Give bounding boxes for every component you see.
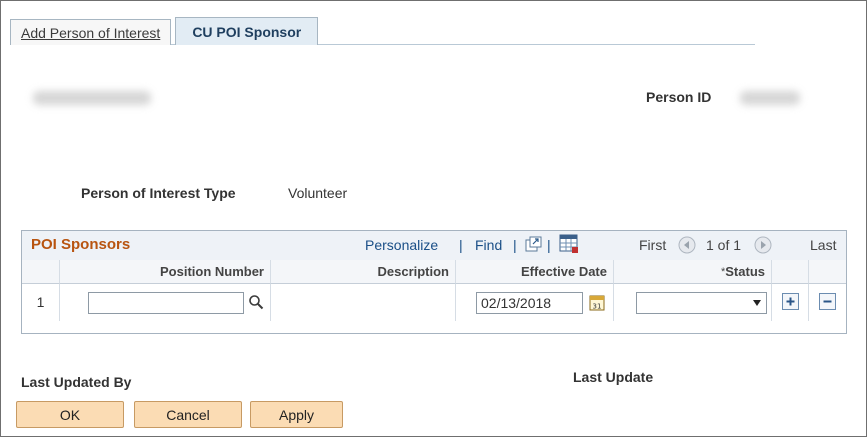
minus-icon: [823, 300, 832, 303]
poi-type-label: Person of Interest Type: [81, 185, 236, 201]
next-icon[interactable]: [754, 236, 772, 257]
delete-row-button[interactable]: [819, 293, 836, 310]
cancel-button[interactable]: Cancel: [134, 401, 242, 428]
effective-date-input[interactable]: [476, 292, 583, 314]
delete-row-header: [809, 260, 846, 284]
previous-icon[interactable]: [678, 236, 696, 257]
description-header: Description: [271, 260, 456, 284]
find-link[interactable]: Find: [475, 237, 502, 253]
page-frame: Add Person of Interest CU POI Sponsor Pe…: [0, 0, 867, 437]
grid-header: POI Sponsors Personalize | Find | | Firs…: [22, 231, 846, 261]
position-number-cell: [60, 284, 271, 321]
search-icon[interactable]: [248, 294, 264, 313]
grid-title: POI Sponsors: [31, 236, 131, 253]
effective-date-cell: 31: [456, 284, 614, 321]
status-header-label: Status: [725, 264, 765, 279]
first-label: First: [639, 237, 667, 253]
last-update-label: Last Update: [573, 369, 654, 385]
redacted-person-name: [33, 91, 151, 105]
add-row-header: [772, 260, 809, 284]
chevron-down-icon: [753, 300, 761, 306]
position-number-header: Position Number: [60, 260, 271, 284]
status-header: *Status: [614, 260, 772, 284]
download-grid-icon[interactable]: [559, 234, 579, 257]
nav-separator: |: [547, 237, 551, 253]
row-number-header: [22, 260, 60, 284]
position-number-input[interactable]: [88, 292, 244, 314]
plus-icon: [786, 297, 795, 306]
last-updated-by-label: Last Updated By: [21, 374, 132, 390]
add-row-cell: [772, 284, 809, 321]
effective-date-header: Effective Date: [456, 260, 614, 284]
svg-text:31: 31: [593, 303, 602, 311]
row-number: 1: [22, 284, 60, 321]
nav-separator: |: [513, 237, 517, 253]
tab-add-person-of-interest[interactable]: Add Person of Interest: [10, 19, 172, 45]
status-cell: [614, 284, 772, 321]
delete-row-cell: [809, 284, 846, 321]
calendar-icon[interactable]: 31: [589, 294, 605, 314]
new-window-icon[interactable]: [525, 236, 542, 255]
status-select[interactable]: [636, 292, 767, 314]
last-label: Last: [810, 237, 837, 253]
add-row-button[interactable]: [782, 293, 799, 310]
nav-separator: |: [459, 237, 463, 253]
page-info: 1 of 1: [706, 237, 742, 253]
personalize-link[interactable]: Personalize: [365, 237, 438, 253]
poi-sponsors-grid: POI Sponsors Personalize | Find | | Firs…: [21, 230, 847, 334]
tab-bar: Add Person of Interest CU POI Sponsor: [10, 17, 322, 45]
tab-cu-poi-sponsor[interactable]: CU POI Sponsor: [175, 17, 319, 45]
apply-button[interactable]: Apply: [250, 401, 343, 428]
ok-button[interactable]: OK: [16, 401, 124, 428]
description-cell: [271, 284, 456, 321]
person-id-label: Person ID: [646, 89, 712, 105]
poi-type-value: Volunteer: [288, 185, 348, 201]
redacted-person-id: [740, 91, 800, 105]
